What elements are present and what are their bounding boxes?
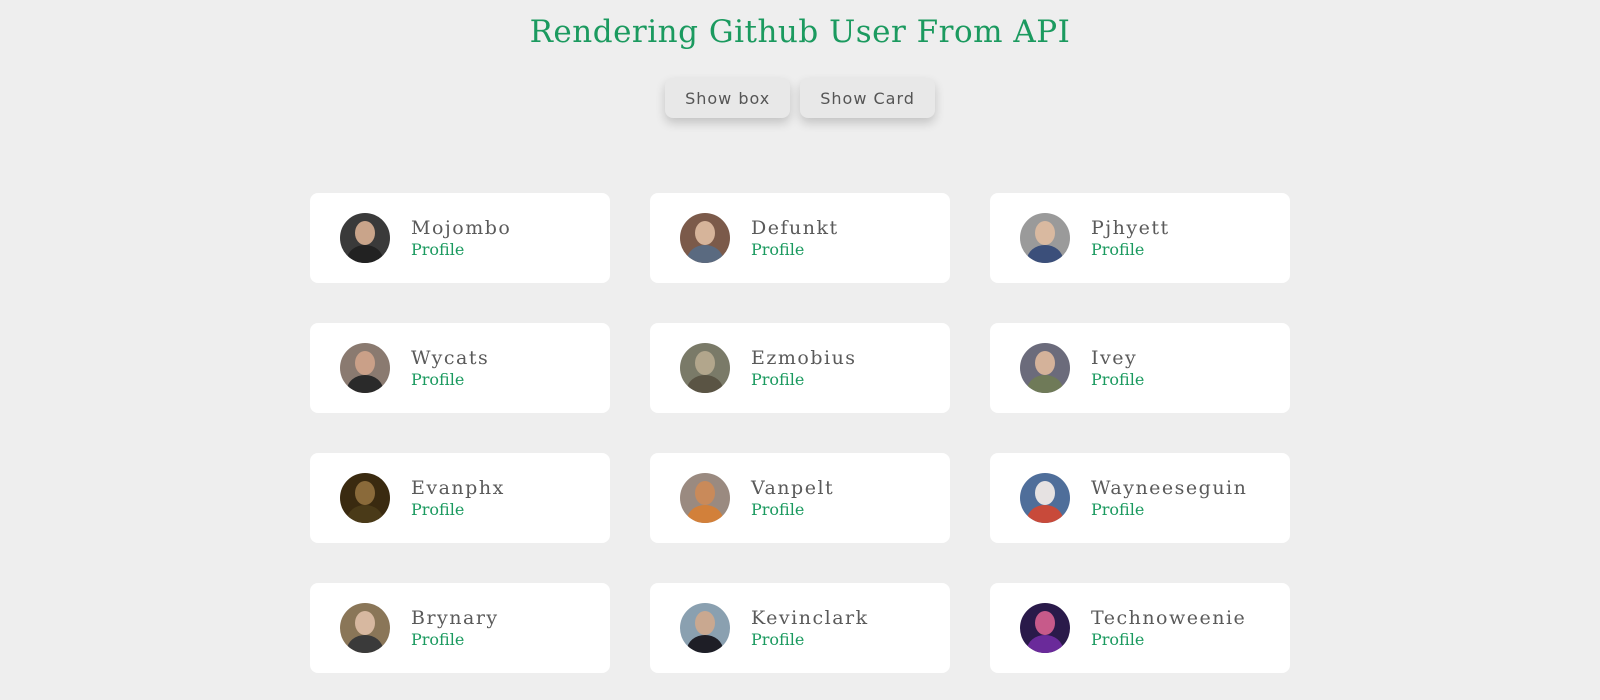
user-info: Kevinclark Profile — [751, 606, 869, 650]
user-name: Kevinclark — [751, 607, 869, 629]
user-info: Wycats Profile — [411, 346, 489, 390]
page-title: Rendering Github User From API — [529, 14, 1071, 50]
avatar — [680, 213, 730, 263]
profile-link[interactable]: Profile — [411, 500, 505, 520]
profile-link[interactable]: Profile — [411, 630, 499, 650]
user-card: Kevinclark Profile — [650, 583, 950, 673]
profile-link[interactable]: Profile — [751, 630, 869, 650]
avatar — [340, 213, 390, 263]
show-card-button[interactable]: Show Card — [800, 78, 935, 118]
user-card: Mojombo Profile — [310, 193, 610, 283]
show-box-button[interactable]: Show box — [665, 78, 791, 118]
profile-link[interactable]: Profile — [751, 240, 839, 260]
avatar — [680, 603, 730, 653]
avatar — [680, 473, 730, 523]
user-info: Vanpelt Profile — [751, 476, 834, 520]
avatar — [340, 473, 390, 523]
user-card: Vanpelt Profile — [650, 453, 950, 543]
profile-link[interactable]: Profile — [1091, 370, 1144, 390]
avatar — [680, 343, 730, 393]
profile-link[interactable]: Profile — [751, 500, 834, 520]
avatar — [1020, 603, 1070, 653]
profile-link[interactable]: Profile — [411, 370, 489, 390]
user-info: Evanphx Profile — [411, 476, 505, 520]
user-info: Brynary Profile — [411, 606, 499, 650]
user-name: Defunkt — [751, 217, 839, 239]
profile-link[interactable]: Profile — [1091, 630, 1246, 650]
user-card: Wycats Profile — [310, 323, 610, 413]
user-info: Wayneeseguin Profile — [1091, 476, 1247, 520]
user-name: Vanpelt — [751, 477, 835, 499]
profile-link[interactable]: Profile — [1091, 240, 1170, 260]
user-info: Ezmobius Profile — [751, 346, 857, 390]
user-name: Brynary — [411, 607, 499, 629]
view-toggle-buttons: Show box Show Card — [0, 78, 1600, 118]
avatar — [1020, 473, 1070, 523]
user-card: Wayneeseguin Profile — [990, 453, 1290, 543]
avatar — [340, 343, 390, 393]
page: Rendering Github User From API Show box … — [0, 0, 1600, 700]
user-card: Technoweenie Profile — [990, 583, 1290, 673]
user-name: Technoweenie — [1091, 607, 1247, 629]
user-info: Technoweenie Profile — [1091, 606, 1246, 650]
user-card: Ivey Profile — [990, 323, 1290, 413]
user-grid: Mojombo Profile Defunkt Profile Pjhyett Profi… — [310, 193, 1290, 673]
user-info: Mojombo Profile — [411, 216, 511, 260]
user-card: Evanphx Profile — [310, 453, 610, 543]
user-name: Wayneeseguin — [1091, 477, 1248, 499]
user-card: Pjhyett Profile — [990, 193, 1290, 283]
user-name: Ivey — [1091, 347, 1138, 369]
avatar — [1020, 213, 1070, 263]
user-name: Pjhyett — [1091, 217, 1170, 239]
user-name: Wycats — [411, 347, 490, 369]
profile-link[interactable]: Profile — [411, 240, 511, 260]
user-name: Evanphx — [411, 477, 505, 499]
user-card: Ezmobius Profile — [650, 323, 950, 413]
user-info: Ivey Profile — [1091, 346, 1144, 390]
avatar — [1020, 343, 1070, 393]
profile-link[interactable]: Profile — [1091, 500, 1247, 520]
user-info: Pjhyett Profile — [1091, 216, 1170, 260]
user-card: Defunkt Profile — [650, 193, 950, 283]
user-card: Brynary Profile — [310, 583, 610, 673]
profile-link[interactable]: Profile — [751, 370, 857, 390]
user-info: Defunkt Profile — [751, 216, 839, 260]
user-name: Mojombo — [411, 217, 512, 239]
user-name: Ezmobius — [751, 347, 857, 369]
avatar — [340, 603, 390, 653]
